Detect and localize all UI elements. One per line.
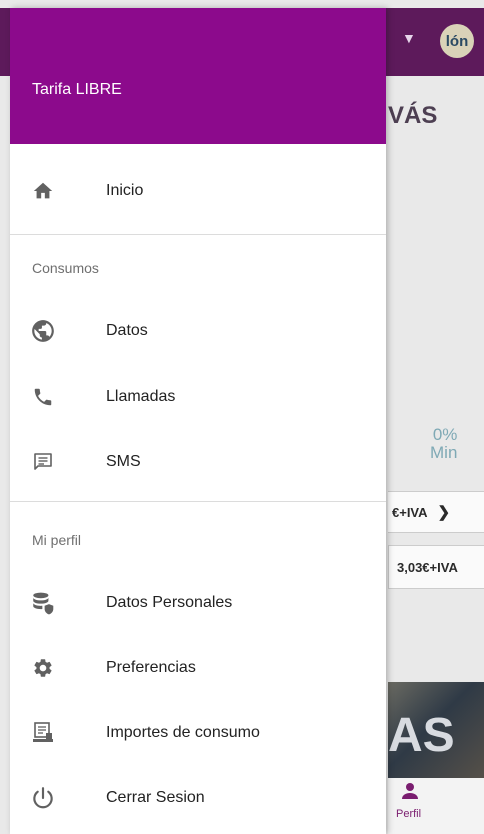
chevron-down-icon: ❯ [437,504,451,521]
person-icon[interactable] [398,779,422,803]
phone-icon [28,382,58,412]
price-selector[interactable]: €+IVA ❯ [388,491,484,533]
menu-item-label: Cerrar Sesion [106,789,205,806]
menu-item-label: Datos Personales [106,594,233,611]
menu-item-llamadas[interactable]: Llamadas [10,371,386,423]
home-icon [28,176,58,206]
menu-item-inicio[interactable]: Inicio [10,165,386,217]
menu-item-datos-personales[interactable]: Datos Personales [10,577,386,629]
drawer-header: Tarifa LIBRE [10,8,386,144]
bottom-nav-profile-label[interactable]: Perfil [396,808,421,820]
chevron-down-icon[interactable]: ▼ [402,30,416,46]
usage-percent-unit: Min [430,443,458,462]
plan-name: Tarifa LIBRE [32,81,122,98]
menu-item-label: Datos [106,322,148,339]
section-title-mi-perfil: Mi perfil [32,532,82,548]
database-shield-icon [28,588,58,618]
menu-item-label: Llamadas [106,388,176,405]
price-box[interactable]: 3,03€+IVA [388,545,484,589]
price-selector-value: €+IVA [392,504,428,520]
gear-icon [28,653,58,683]
background-section-title: VÁS [388,102,438,129]
menu-item-label: SMS [106,453,141,470]
menu-item-label: Inicio [106,182,144,199]
menu-item-cerrar-sesion[interactable]: Cerrar Sesion [10,772,386,824]
power-icon [28,783,58,813]
usage-percent-value: 0% [432,425,458,444]
menu-item-importes-de-consumo[interactable]: Importes de consumo [10,707,386,759]
usage-percent: 0% Min [430,426,457,462]
menu-item-label: Importes de consumo [106,724,260,741]
divider [10,501,386,502]
billing-computer-icon [28,718,58,748]
globe-icon [28,316,58,346]
message-icon [28,447,58,477]
navigation-drawer: Tarifa LIBRE Inicio Consumos Datos Llama… [10,8,386,834]
menu-item-preferencias[interactable]: Preferencias [10,642,386,694]
menu-item-sms[interactable]: SMS [10,436,386,488]
menu-item-datos[interactable]: Datos [10,305,386,357]
divider [10,234,386,235]
section-title-consumos: Consumos [32,260,99,276]
price-box-value: 3,03€+IVA [397,559,458,575]
promo-image-text: AS [388,709,455,762]
menu-item-label: Preferencias [106,659,196,676]
brand-logo[interactable]: lón [440,24,474,58]
